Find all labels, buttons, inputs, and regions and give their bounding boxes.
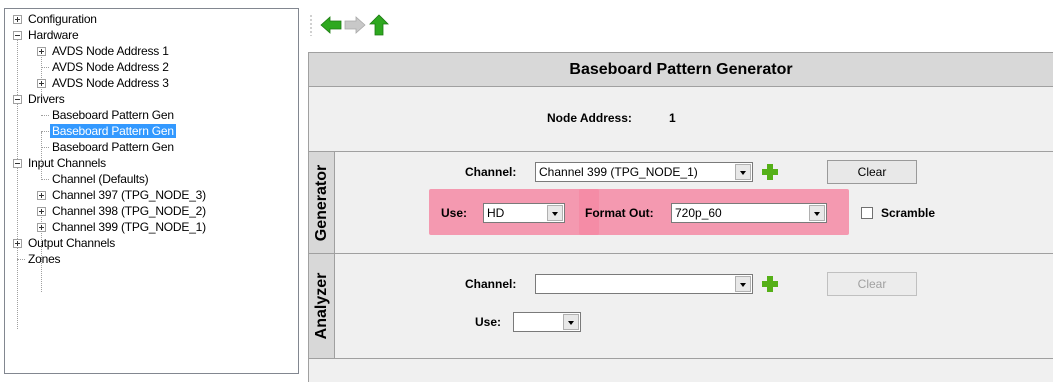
panel-title: Baseboard Pattern Generator bbox=[309, 53, 1053, 87]
tree-connector bbox=[41, 67, 49, 68]
generator-channel-value: Channel 399 (TPG_NODE_1) bbox=[539, 165, 698, 179]
tree-node-label: Drivers bbox=[28, 92, 65, 106]
tree-node-input-channels[interactable]: Input Channels bbox=[13, 156, 108, 171]
tree-node-zones[interactable]: Zones bbox=[13, 252, 62, 267]
analyzer-section: Channel: Clear Use: bbox=[335, 254, 1053, 359]
tree-node-label: Channel 397 (TPG_NODE_3) bbox=[52, 188, 206, 202]
analyzer-channel-select[interactable] bbox=[535, 274, 753, 294]
add-channel-plus-icon[interactable] bbox=[761, 163, 779, 181]
tree-node-label: Channel (Defaults) bbox=[52, 172, 149, 186]
tree-node-label: AVDS Node Address 1 bbox=[52, 44, 169, 58]
analyzer-channel-label: Channel: bbox=[465, 277, 517, 291]
tree-node-label: Hardware bbox=[28, 28, 79, 42]
tree-node-label: AVDS Node Address 2 bbox=[52, 60, 169, 74]
tree-node-baseboard-pattern-gen-2[interactable]: Baseboard Pattern Gen bbox=[37, 124, 176, 139]
navigation-toolbar bbox=[308, 10, 448, 38]
expand-plus-icon[interactable] bbox=[37, 191, 46, 200]
node-address-label: Node Address: bbox=[547, 111, 632, 125]
chevron-down-icon[interactable] bbox=[809, 205, 825, 221]
tree-node-output-channels[interactable]: Output Channels bbox=[13, 236, 117, 251]
generator-channel-label: Channel: bbox=[465, 165, 517, 179]
generator-tab-label: Generator bbox=[312, 164, 330, 241]
expand-plus-icon[interactable] bbox=[13, 239, 22, 248]
chevron-down-icon[interactable] bbox=[547, 205, 563, 221]
tree-node-hardware[interactable]: Hardware bbox=[13, 28, 80, 43]
analyzer-use-select[interactable] bbox=[513, 312, 581, 332]
format-out-label: Format Out: bbox=[585, 206, 654, 220]
use-select[interactable]: HD bbox=[483, 203, 565, 223]
tree-connector bbox=[17, 36, 18, 329]
tree-node-label: Channel 399 (TPG_NODE_1) bbox=[52, 220, 206, 234]
node-address-row: Node Address: 1 bbox=[309, 87, 1053, 152]
generator-section: Channel: Channel 399 (TPG_NODE_1) Clear … bbox=[335, 152, 1053, 254]
analyzer-tab-label: Analyzer bbox=[312, 272, 330, 340]
use-label: Use: bbox=[441, 206, 468, 220]
tree-node-baseboard-pattern-gen-3[interactable]: Baseboard Pattern Gen bbox=[37, 140, 176, 155]
expand-plus-icon[interactable] bbox=[37, 223, 46, 232]
tree-node-configuration[interactable]: Configuration bbox=[13, 12, 99, 27]
use-value: HD bbox=[487, 206, 505, 220]
collapse-minus-icon[interactable] bbox=[13, 159, 22, 168]
tree-node-label: Zones bbox=[28, 252, 61, 266]
tree-node-avds-node-3[interactable]: AVDS Node Address 3 bbox=[37, 76, 171, 91]
scramble-checkbox[interactable] bbox=[861, 207, 873, 219]
navigation-tree[interactable]: Configuration Hardware AVDS Node Address… bbox=[4, 8, 299, 374]
scramble-label: Scramble bbox=[881, 206, 936, 220]
analyzer-use-label: Use: bbox=[475, 315, 502, 329]
expand-plus-icon[interactable] bbox=[13, 15, 22, 24]
back-arrow-icon[interactable] bbox=[320, 14, 342, 36]
chevron-down-icon[interactable] bbox=[735, 164, 751, 180]
tree-node-channel-398[interactable]: Channel 398 (TPG_NODE_2) bbox=[37, 204, 208, 219]
tree-node-avds-node-2[interactable]: AVDS Node Address 2 bbox=[37, 60, 171, 75]
tree-connector bbox=[41, 179, 49, 180]
tree-node-label: Baseboard Pattern Gen bbox=[52, 140, 174, 154]
tree-node-channel-399[interactable]: Channel 399 (TPG_NODE_1) bbox=[37, 220, 208, 235]
tree-node-drivers[interactable]: Drivers bbox=[13, 92, 67, 107]
generator-clear-button[interactable]: Clear bbox=[827, 160, 917, 184]
main-panel: Baseboard Pattern Generator Node Address… bbox=[308, 52, 1053, 382]
tree-node-label: Input Channels bbox=[28, 156, 106, 170]
forward-arrow-icon[interactable] bbox=[344, 14, 366, 36]
format-out-value: 720p_60 bbox=[675, 206, 722, 220]
tree-node-channel-397[interactable]: Channel 397 (TPG_NODE_3) bbox=[37, 188, 208, 203]
tree-node-baseboard-pattern-gen-1[interactable]: Baseboard Pattern Gen bbox=[37, 108, 176, 123]
toolbar-grip[interactable] bbox=[310, 14, 312, 36]
tree-node-label: Configuration bbox=[28, 12, 97, 26]
node-address-value: 1 bbox=[669, 111, 676, 125]
tree-node-label: Output Channels bbox=[28, 236, 116, 250]
analyzer-section-tab: Analyzer bbox=[309, 254, 335, 359]
collapse-minus-icon[interactable] bbox=[13, 95, 22, 104]
collapse-minus-icon[interactable] bbox=[13, 31, 22, 40]
expand-plus-icon[interactable] bbox=[37, 207, 46, 216]
tree-connector bbox=[41, 115, 49, 116]
generator-section-tab: Generator bbox=[309, 152, 335, 254]
tree-connector bbox=[17, 259, 25, 260]
tree-node-label: AVDS Node Address 3 bbox=[52, 76, 169, 90]
analyzer-clear-button[interactable]: Clear bbox=[827, 272, 917, 296]
expand-plus-icon[interactable] bbox=[37, 79, 46, 88]
tree-node-channel-defaults[interactable]: Channel (Defaults) bbox=[37, 172, 150, 187]
tree-node-label: Baseboard Pattern Gen bbox=[52, 108, 174, 122]
chevron-down-icon[interactable] bbox=[563, 314, 579, 330]
tree-node-label: Baseboard Pattern Gen bbox=[50, 124, 176, 138]
generator-channel-select[interactable]: Channel 399 (TPG_NODE_1) bbox=[535, 162, 753, 182]
tree-connector bbox=[41, 147, 49, 148]
expand-plus-icon[interactable] bbox=[37, 47, 46, 56]
chevron-down-icon[interactable] bbox=[735, 276, 751, 292]
tree-node-label: Channel 398 (TPG_NODE_2) bbox=[52, 204, 206, 218]
tree-node-avds-node-1[interactable]: AVDS Node Address 1 bbox=[37, 44, 171, 59]
tree-connector bbox=[41, 131, 49, 132]
format-out-select[interactable]: 720p_60 bbox=[671, 203, 827, 223]
add-channel-plus-icon[interactable] bbox=[761, 275, 779, 293]
up-arrow-icon[interactable] bbox=[368, 14, 390, 36]
